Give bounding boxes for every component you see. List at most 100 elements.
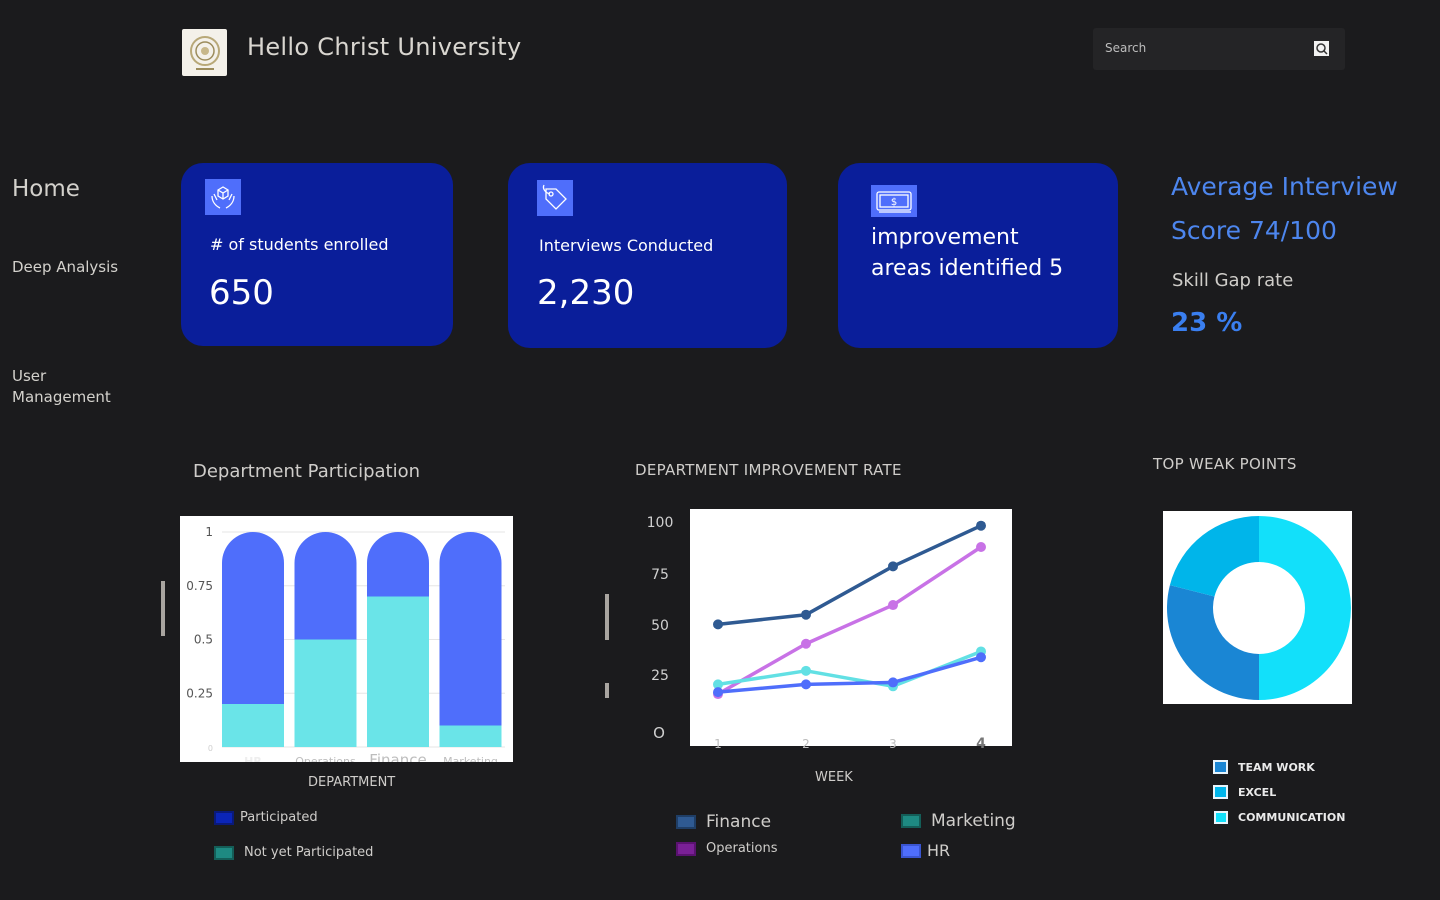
legend-swatch-participated	[214, 810, 234, 825]
legend-hr: HR	[901, 841, 950, 860]
donut-slice-communication	[1259, 516, 1351, 700]
legend-swatch-hr	[901, 843, 921, 858]
legend-label-excel: EXCEL	[1238, 785, 1277, 799]
legend-excel: EXCEL	[1213, 785, 1276, 799]
legend-label-marketing: Marketing	[931, 811, 1016, 831]
svg-text:$: $	[891, 197, 897, 208]
legend-marketing: Marketing	[901, 811, 1016, 831]
average-interview-score: Average Interview Score 74/100	[1171, 172, 1398, 245]
legend-swatch-finance	[676, 815, 696, 829]
interviews-conducted-value: 2,230	[537, 273, 635, 313]
bar-not-participated	[222, 704, 284, 747]
improvement-areas-label: improvement areas identified 5	[871, 225, 1064, 281]
bar-not-participated	[294, 639, 357, 747]
legend-swatch-teamwork	[1213, 760, 1228, 774]
x-tick-label: 2	[802, 737, 810, 751]
legend-label-hr: HR	[927, 841, 951, 860]
weak-points-chart-panel	[1163, 511, 1352, 704]
y-tick-label: 0	[208, 744, 213, 753]
legend-swatch-communication	[1214, 811, 1228, 824]
search-input[interactable]	[1105, 38, 1305, 58]
data-point-hr	[713, 687, 723, 698]
donut-slice-team-work	[1167, 585, 1259, 700]
skill-gap-value: 23 %	[1171, 308, 1243, 338]
university-logo	[182, 29, 227, 76]
legend-not-participated: Not yet Participated	[214, 845, 373, 860]
data-point-operations	[801, 638, 811, 649]
participation-chart-panel: 0 0.25 0.5 0.75 1 HR Operations Finance Marketin…	[180, 516, 513, 769]
legend-participated: Participated	[214, 810, 318, 825]
data-point-finance	[801, 609, 811, 620]
data-point-operations	[888, 600, 898, 611]
legend-label-finance: Finance	[706, 812, 772, 832]
bar-not-participated	[367, 596, 429, 747]
data-point-finance	[713, 619, 723, 630]
participation-bar-chart: 0 0.25 0.5 0.75 1 HR Operations Finance Marketin…	[186, 525, 505, 769]
legend-finance: Finance	[676, 812, 771, 832]
data-point-finance	[976, 520, 986, 531]
data-point-operations	[976, 541, 986, 552]
legend-swatch-marketing	[901, 814, 921, 828]
y-tick-label: 0.75	[186, 579, 213, 593]
legend-swatch-operations	[676, 841, 696, 856]
search-box[interactable]	[1093, 28, 1345, 70]
legend-label-not-participated: Not yet Participated	[244, 845, 374, 860]
search-icon[interactable]	[1314, 41, 1329, 56]
x-tick-label: Marketing	[443, 755, 498, 762]
bar-not-participated	[439, 725, 502, 747]
bar-participated	[367, 532, 429, 597]
legend-communication: COMMUNICATION	[1214, 811, 1345, 824]
y-tick-label: 0.25	[186, 686, 213, 700]
interviews-conducted-card: Interviews Conducted 2,230	[508, 163, 787, 348]
legend-teamwork: TEAM WORK	[1213, 760, 1315, 774]
bar-participated	[439, 532, 502, 726]
students-enrolled-label: # of students enrolled	[210, 235, 389, 254]
sidebar-item-deep-analysis[interactable]: Deep Analysis	[12, 258, 118, 276]
x-tick-label: Operations	[295, 755, 356, 762]
legend-swatch-not-participated	[214, 845, 234, 860]
money-bill-icon: $	[871, 185, 917, 217]
improvement-x-axis-label: WEEK	[815, 770, 853, 785]
bar-participated	[222, 532, 284, 704]
bar-participated	[294, 532, 357, 640]
hands-box-icon	[205, 179, 241, 215]
data-point-hr	[888, 677, 898, 688]
donut-slice-excel	[1169, 516, 1259, 597]
skill-gap-label: Skill Gap rate	[1172, 270, 1294, 291]
university-seal-icon	[189, 35, 220, 70]
department-participation-title: Department Participation	[193, 461, 421, 482]
scroll-handle-small[interactable]	[605, 683, 609, 698]
scroll-handle[interactable]	[161, 581, 165, 636]
y-tick-label: 25	[651, 668, 669, 684]
legend-label-participated: Participated	[240, 810, 318, 825]
y-tick-label: O	[653, 724, 665, 742]
data-point-hr	[976, 652, 986, 663]
improvement-rate-title: DEPARTMENT IMPROVEMENT RATE	[635, 461, 902, 479]
legend-label-communication: COMMUNICATION	[1238, 811, 1346, 824]
sidebar-item-user-management[interactable]: User Management	[12, 366, 132, 408]
data-point-hr	[801, 679, 811, 690]
x-tick-label: 3	[889, 737, 897, 751]
top-weak-points-title: TOP WEAK POINTS	[1153, 455, 1297, 473]
legend-label-teamwork: TEAM WORK	[1238, 760, 1315, 774]
legend-swatch-excel	[1213, 785, 1228, 799]
x-tick-label: Finance	[369, 751, 426, 762]
data-point-finance	[888, 561, 898, 572]
line-plot-area	[690, 509, 1012, 746]
weak-points-donut-chart	[1167, 516, 1351, 700]
students-enrolled-card: # of students enrolled 650	[181, 163, 453, 346]
interviews-conducted-label: Interviews Conducted	[539, 236, 714, 255]
x-tick-label: 1	[714, 737, 722, 751]
tag-icon	[537, 180, 573, 216]
x-tick-label: HR	[244, 755, 262, 762]
legend-operations: Operations	[676, 841, 777, 856]
improvement-areas-card: $ improvement areas identified 5	[838, 163, 1118, 348]
y-tick-label: 75	[651, 567, 669, 583]
sidebar-item-home[interactable]: Home	[12, 176, 80, 202]
participation-x-axis-label: DEPARTMENT	[308, 775, 396, 790]
y-tick-label: 0.5	[194, 633, 213, 647]
y-tick-label: 50	[651, 618, 669, 634]
legend-label-operations: Operations	[706, 841, 778, 856]
students-enrolled-value: 650	[209, 273, 274, 313]
scroll-handle[interactable]	[605, 594, 609, 640]
